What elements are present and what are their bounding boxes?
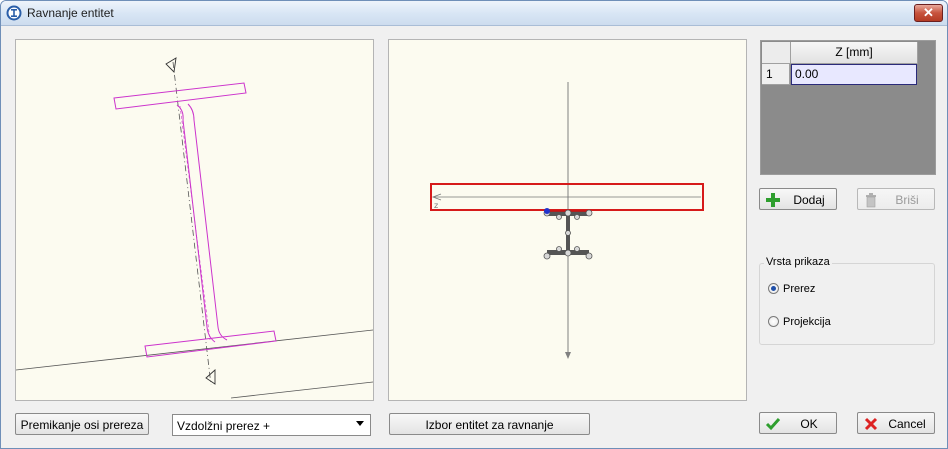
trash-icon (866, 193, 876, 208)
cancel-button[interactable]: Cancel (857, 412, 935, 434)
close-icon: ✕ (923, 5, 934, 20)
display-type-group (759, 263, 935, 345)
green-plus-icon (766, 193, 780, 207)
ok-button[interactable]: OK (759, 412, 837, 434)
display-type-title: Vrsta prikaza (764, 256, 832, 268)
axis-end-marker (205, 368, 216, 385)
select-entities-button-label: Izbor entitet za ravnanje (425, 418, 554, 432)
chevron-down-icon (356, 421, 364, 426)
ground-line (230, 381, 374, 399)
axis-label: z (434, 201, 438, 210)
section-type-select[interactable]: Vzdolžni prerez + (172, 414, 371, 436)
select-entities-button[interactable]: Izbor entitet za ravnanje (389, 413, 590, 435)
ground-line (15, 329, 374, 371)
move-axis-button[interactable]: Premikanje osi prereza (15, 413, 149, 435)
title-bar: Ravnanje entitet ✕ (1, 1, 947, 26)
cross-section-drawing: z (430, 82, 704, 359)
radio-projekcija-label[interactable]: Projekcija (783, 316, 831, 328)
add-button-label: Dodaj (793, 193, 825, 207)
cross-section-canvas[interactable]: z (388, 39, 747, 401)
delete-button-label: Briši (895, 193, 919, 207)
window-title: Ravnanje entitet (27, 6, 114, 20)
delete-button[interactable]: Briši (857, 188, 935, 210)
radio-projekcija[interactable] (768, 316, 779, 327)
move-axis-button-label: Premikanje osi prereza (20, 418, 144, 432)
i-section-symbol (543, 208, 593, 260)
section-type-value: Vzdolžni prerez + (177, 419, 271, 433)
section-preview-drawing (15, 57, 374, 399)
axis-start-marker (165, 57, 177, 73)
radio-prerez[interactable] (768, 283, 779, 294)
green-check-icon (765, 418, 781, 431)
axis-arrow-icon (565, 352, 571, 359)
dialog-window: Ravnanje entitet ✕ z Z [mm] 1 0.00 Dodaj… (0, 0, 948, 449)
i-beam-profile (113, 82, 277, 358)
grid-row-number[interactable]: 1 (762, 64, 790, 85)
z-value-grid[interactable]: Z [mm] 1 0.00 (760, 40, 936, 175)
reference-point[interactable] (544, 208, 550, 214)
grid-corner (762, 42, 791, 64)
app-logo-icon (6, 5, 22, 21)
ok-button-label: OK (800, 417, 818, 431)
grid-header-z[interactable]: Z [mm] (791, 42, 918, 64)
section-preview-canvas[interactable] (15, 39, 374, 401)
cancel-button-label: Cancel (888, 417, 926, 431)
add-button[interactable]: Dodaj (759, 188, 837, 210)
grid-cell-z[interactable]: 0.00 (791, 64, 917, 85)
radio-prerez-label[interactable]: Prerez (783, 283, 815, 295)
close-button[interactable]: ✕ (914, 4, 943, 22)
red-x-icon (864, 417, 878, 431)
